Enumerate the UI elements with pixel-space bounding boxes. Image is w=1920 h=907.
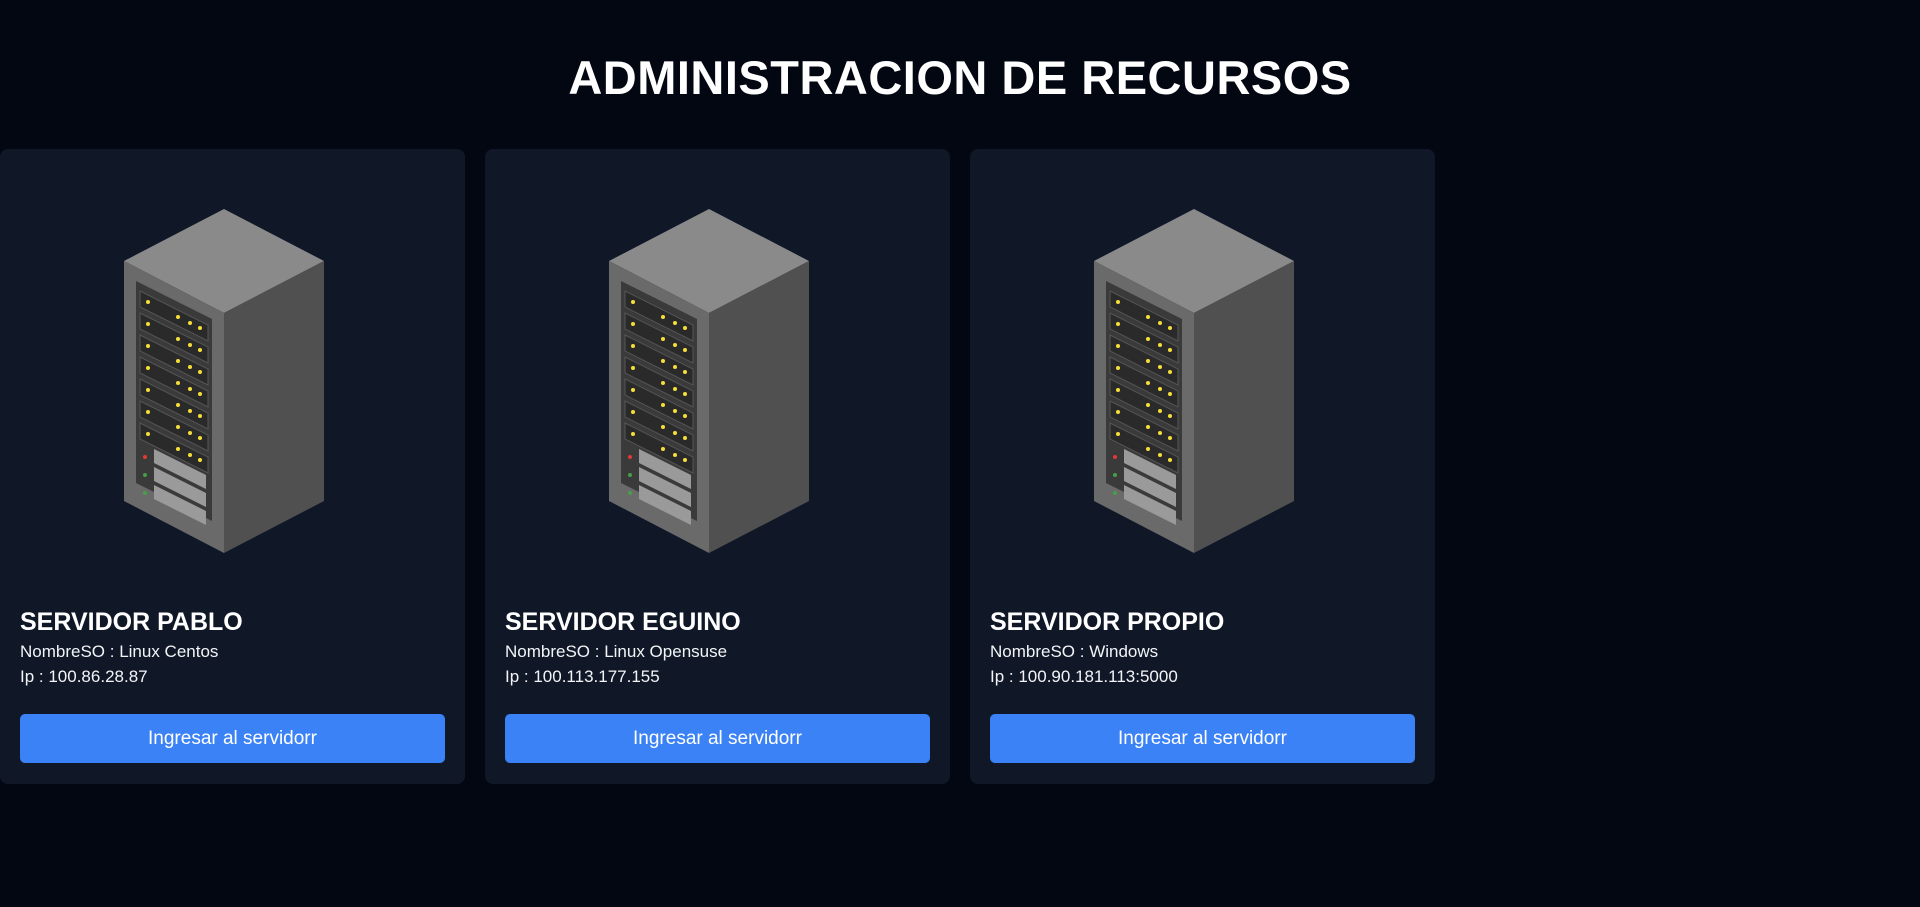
- server-os: NombreSO : Linux Opensuse: [505, 642, 728, 661]
- server-name: SERVIDOR PABLO: [20, 608, 243, 636]
- server-card: SERVIDOR PABLO NombreSO : Linux Centos I…: [0, 149, 465, 784]
- server-rack-icon: [124, 209, 324, 553]
- server-name: SERVIDOR PROPIO: [990, 608, 1225, 636]
- server-ip: Ip : 100.86.28.87: [20, 667, 148, 686]
- server-card: SERVIDOR EGUINO NombreSO : Linux Opensus…: [485, 149, 950, 784]
- server-ip: Ip : 100.90.181.113:5000: [990, 667, 1178, 686]
- enter-server-button[interactable]: Ingresar al servidorr: [505, 714, 930, 763]
- server-os: NombreSO : Linux Centos: [20, 642, 219, 661]
- server-ip: Ip : 100.113.177.155: [505, 667, 660, 686]
- page-title: ADMINISTRACION DE RECURSOS: [568, 51, 1352, 104]
- server-rack-icon: [1094, 209, 1294, 553]
- server-rack-icon: [609, 209, 809, 553]
- server-os: NombreSO : Windows: [990, 642, 1159, 661]
- server-card-list: SERVIDOR PABLO NombreSO : Linux Centos I…: [0, 149, 1435, 784]
- server-name: SERVIDOR EGUINO: [505, 608, 741, 636]
- server-card: SERVIDOR PROPIO NombreSO : Windows Ip : …: [970, 149, 1435, 784]
- enter-server-button[interactable]: Ingresar al servidorr: [990, 714, 1415, 763]
- enter-server-button[interactable]: Ingresar al servidorr: [20, 714, 445, 763]
